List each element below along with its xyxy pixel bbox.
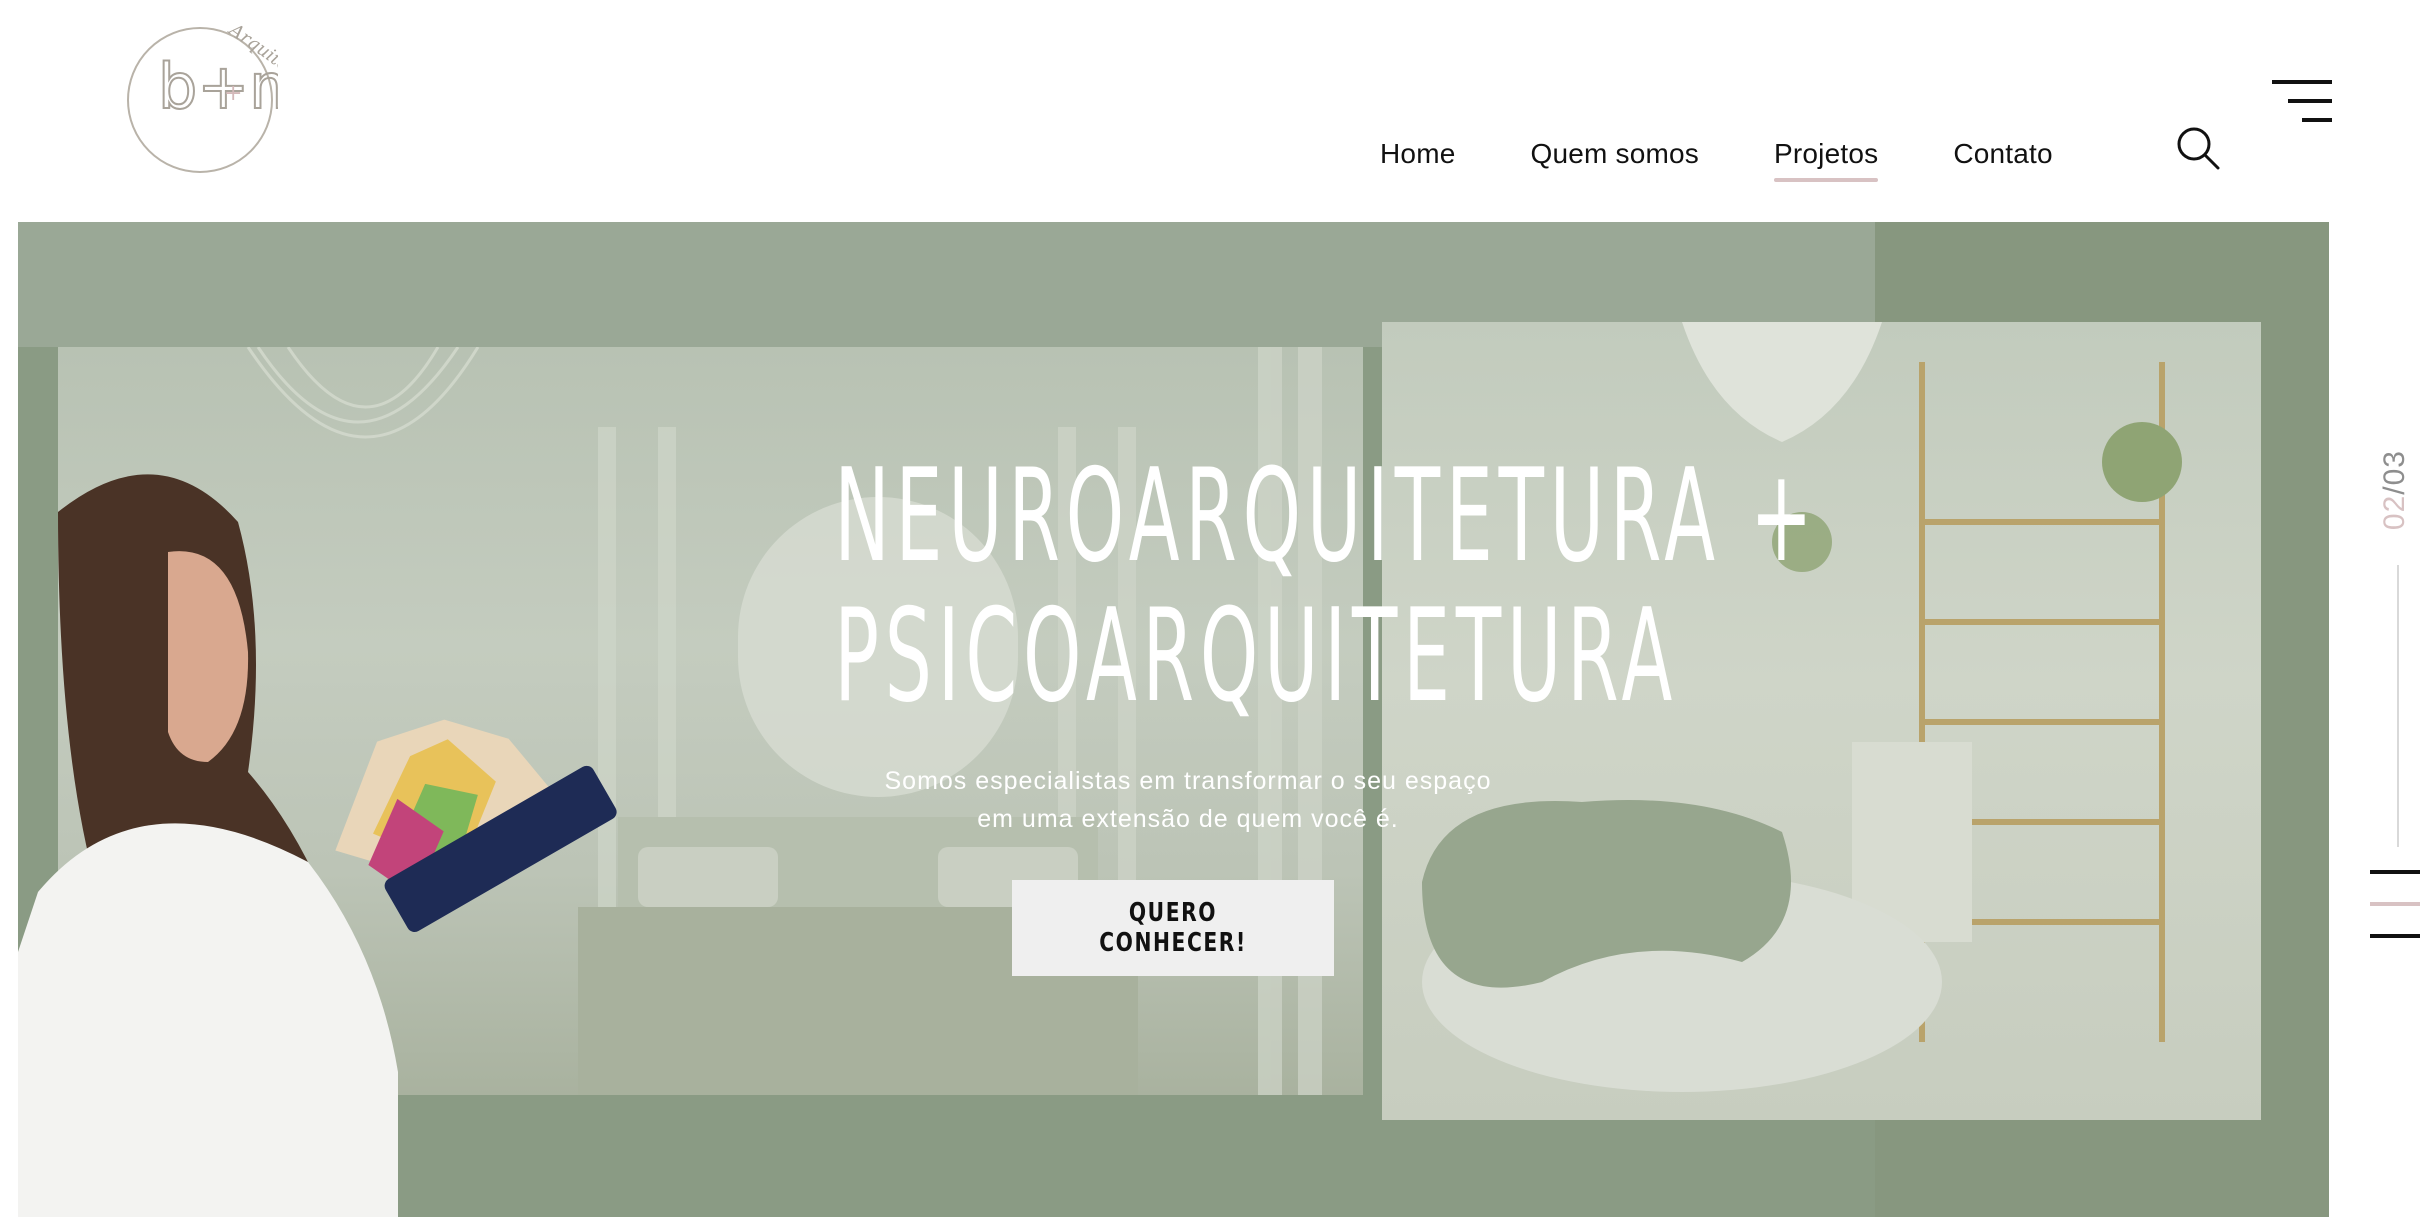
hero-title-line1: NEUROARQUITETURA + [834, 442, 1819, 591]
hero-subtitle-line1: Somos especialistas em transformar o seu… [884, 767, 1492, 795]
slide-dot-2[interactable] [2370, 902, 2420, 906]
slide-progress-line [2397, 565, 2399, 847]
hero-title-line2: PSICOARQUITETURA [834, 582, 1679, 731]
logo[interactable]: b+m + Arquitetas [126, 18, 316, 175]
svg-text:+: + [224, 81, 242, 106]
slide-counter: 02/03 [2378, 450, 2418, 550]
main-nav: Home Quem somos Projetos Contato [1380, 126, 2128, 182]
hero-subtitle: Somos especialistas em transformar o seu… [798, 762, 1578, 838]
hamburger-menu-icon[interactable] [2272, 80, 2332, 122]
slide-dot-3[interactable] [2370, 934, 2420, 938]
slide-dot-1[interactable] [2370, 870, 2420, 874]
hero-subtitle-line2: em uma extensão de quem você é. [977, 805, 1399, 833]
nav-projetos[interactable]: Projetos [1774, 138, 1879, 182]
slide-pagination [2370, 870, 2420, 940]
nav-quem-somos[interactable]: Quem somos [1531, 138, 1700, 170]
logo-letter-b: b+m [158, 50, 278, 123]
quero-conhecer-button[interactable]: QUERO CONHECER! [1012, 880, 1334, 976]
page: b+m + Arquitetas Home Quem somos Projeto… [0, 0, 2422, 1226]
nav-home[interactable]: Home [1380, 138, 1456, 170]
slide-separator: / [2378, 485, 2411, 495]
slide-current: 02 [2378, 494, 2411, 531]
slide-counter-text: 02/03 [2378, 450, 2412, 530]
logo-mark: b+m + Arquitetas [127, 18, 316, 173]
cta-label: QUERO CONHECER! [1099, 898, 1247, 958]
architect-photo [18, 432, 618, 1217]
hero-slider: NEUROARQUITETURA + PSICOARQUITETURA Somo… [18, 222, 2329, 1217]
nav-contato[interactable]: Contato [1953, 138, 2052, 170]
hero-title: NEUROARQUITETURA + PSICOARQUITETURA [834, 442, 1819, 731]
slide-total: 03 [2378, 450, 2411, 486]
search-icon[interactable] [2176, 126, 2220, 170]
